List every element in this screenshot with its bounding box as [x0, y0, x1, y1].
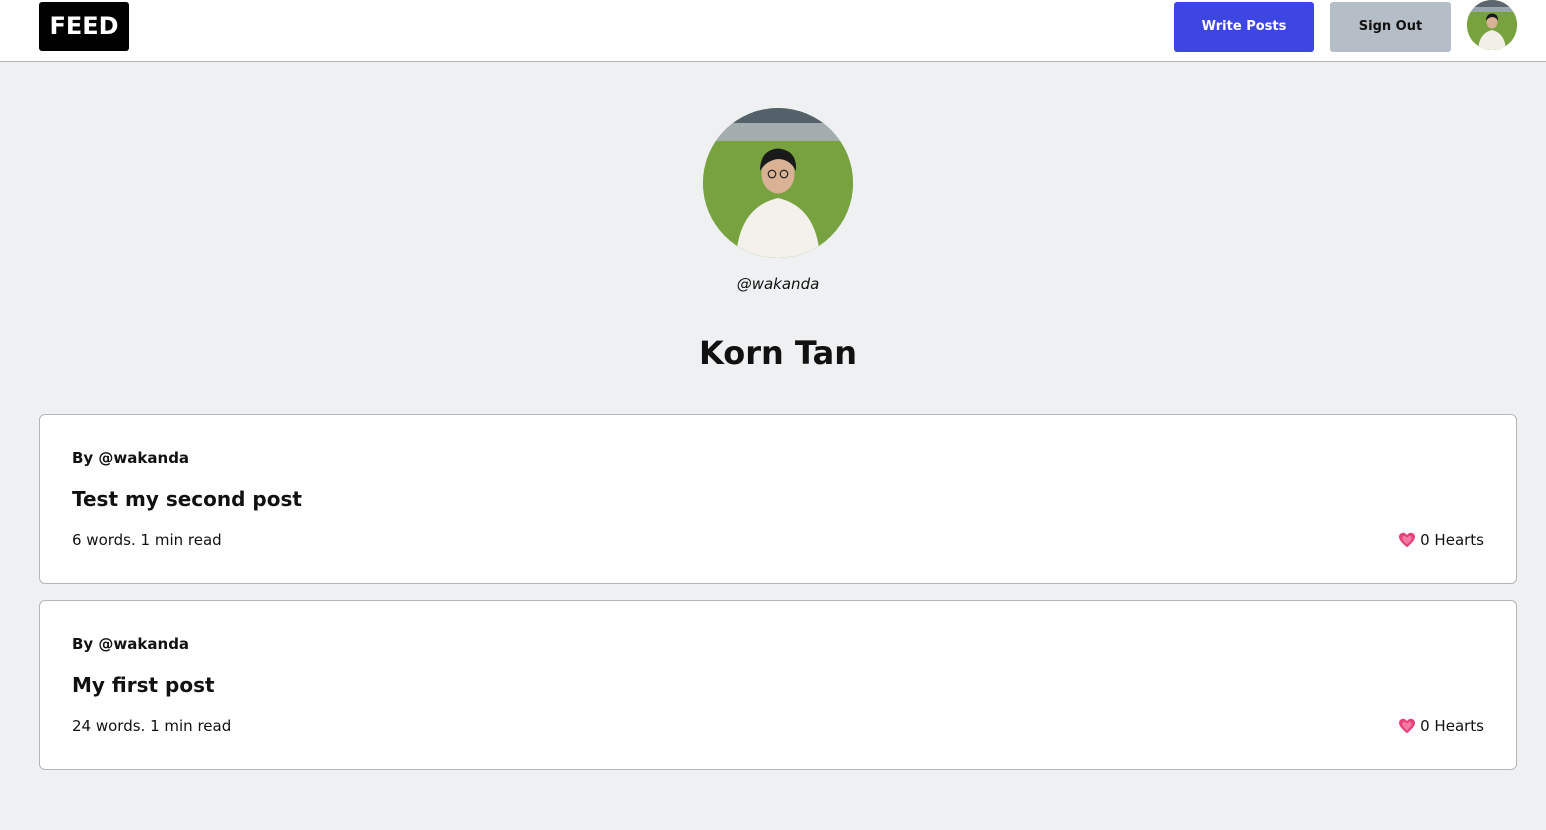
- profile-avatar: [703, 108, 853, 258]
- navbar: FEED Write Posts Sign Out: [0, 0, 1546, 62]
- write-posts-button[interactable]: Write Posts: [1174, 2, 1314, 52]
- post-author[interactable]: By @wakanda: [72, 449, 189, 467]
- post-hearts-label: 0 Hearts: [1420, 717, 1484, 735]
- profile-avatar-image: [703, 108, 853, 258]
- user-avatar[interactable]: [1467, 0, 1517, 50]
- post-meta: 6 words. 1 min read: [72, 531, 222, 549]
- post-author[interactable]: By @wakanda: [72, 635, 189, 653]
- post-hearts-label: 0 Hearts: [1420, 531, 1484, 549]
- post-card[interactable]: By @wakanda My first post 24 words. 1 mi…: [39, 600, 1517, 770]
- post-title[interactable]: Test my second post: [72, 487, 302, 511]
- post-hearts: 0 Hearts: [1398, 531, 1484, 549]
- sign-out-button[interactable]: Sign Out: [1330, 2, 1451, 52]
- profile-name: Korn Tan: [699, 334, 857, 372]
- profile-handle: @wakanda: [736, 275, 820, 293]
- feed-logo[interactable]: FEED: [39, 2, 129, 51]
- post-card[interactable]: By @wakanda Test my second post 6 words.…: [39, 414, 1517, 584]
- heart-icon: [1399, 718, 1416, 734]
- post-meta: 24 words. 1 min read: [72, 717, 232, 735]
- post-hearts: 0 Hearts: [1398, 717, 1484, 735]
- post-title[interactable]: My first post: [72, 673, 215, 697]
- heart-icon: [1399, 532, 1416, 548]
- user-avatar-image: [1467, 0, 1517, 50]
